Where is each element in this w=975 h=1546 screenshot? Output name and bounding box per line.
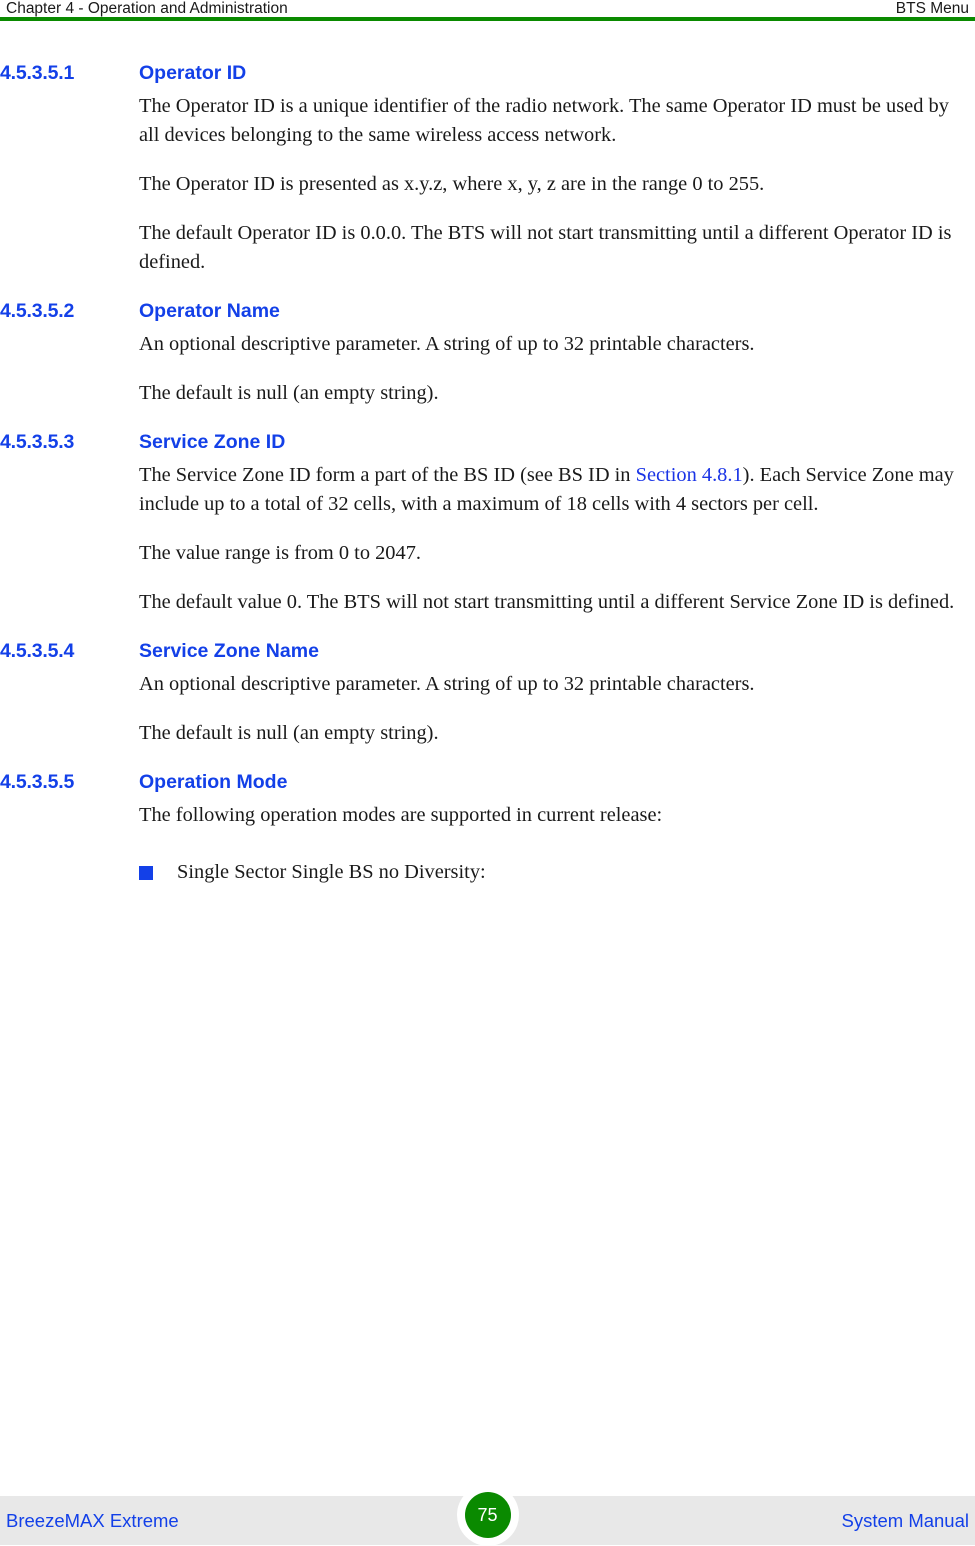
paragraph-with-crossref: The Service Zone ID form a part of the B…	[0, 461, 975, 519]
section-heading: 4.5.3.5.4 Service Zone Name	[0, 638, 975, 664]
paragraph-text: The Operator ID is a unique identifier o…	[139, 95, 949, 146]
paragraph: The default is null (an empty string).	[0, 719, 975, 748]
paragraph-text-before-link: The Service Zone ID form a part of the B…	[139, 464, 636, 486]
footer-document-type: System Manual	[841, 1509, 970, 1531]
document-content: 4.5.3.5.1 Operator ID The Operator ID is…	[0, 60, 975, 887]
header-section-title: BTS Menu	[895, 0, 969, 17]
paragraph: The default Operator ID is 0.0.0. The BT…	[0, 219, 975, 277]
section-operation-mode: 4.5.3.5.5 Operation Mode The following o…	[0, 769, 975, 887]
paragraph: The default is null (an empty string).	[0, 379, 975, 408]
section-heading: 4.5.3.5.5 Operation Mode	[0, 769, 975, 795]
section-number: 4.5.3.5.4	[0, 640, 75, 662]
paragraph-text: The following operation modes are suppor…	[139, 804, 663, 826]
section-number: 4.5.3.5.3	[0, 431, 75, 453]
paragraph-text: An optional descriptive parameter. A str…	[139, 333, 755, 355]
section-title: Operator Name	[139, 300, 280, 322]
page-footer: BreezeMAX Extreme 75 System Manual	[0, 1484, 975, 1546]
paragraph: The default value 0. The BTS will not st…	[0, 588, 975, 617]
paragraph: An optional descriptive parameter. A str…	[0, 670, 975, 699]
paragraph-text: The default is null (an empty string).	[139, 382, 439, 404]
section-operator-id: 4.5.3.5.1 Operator ID The Operator ID is…	[0, 60, 975, 277]
section-number: 4.5.3.5.5	[0, 771, 75, 793]
paragraph-text: The default is null (an empty string).	[139, 722, 439, 744]
paragraph: The value range is from 0 to 2047.	[0, 539, 975, 568]
header-chapter-title: Chapter 4 - Operation and Administration	[6, 0, 288, 17]
paragraph-text: An optional descriptive parameter. A str…	[139, 673, 755, 695]
list-item-label: Single Sector Single BS no Diversity:	[177, 861, 486, 883]
section-operator-name: 4.5.3.5.2 Operator Name An optional desc…	[0, 298, 975, 408]
section-number: 4.5.3.5.2	[0, 300, 75, 322]
paragraph-text: The default Operator ID is 0.0.0. The BT…	[139, 222, 952, 273]
section-heading: 4.5.3.5.2 Operator Name	[0, 298, 975, 324]
paragraph: The Operator ID is a unique identifier o…	[0, 92, 975, 150]
section-title: Operation Mode	[139, 771, 288, 793]
section-title: Service Zone Name	[139, 640, 319, 662]
operation-modes-list: Single Sector Single BS no Diversity:	[0, 858, 975, 887]
section-heading: 4.5.3.5.1 Operator ID	[0, 60, 975, 86]
paragraph-text: The default value 0. The BTS will not st…	[139, 591, 955, 613]
section-title: Service Zone ID	[139, 431, 286, 453]
page-number-badge: 75	[456, 1484, 519, 1546]
paragraph-text: The value range is from 0 to 2047.	[139, 542, 421, 564]
page-number: 75	[464, 1492, 511, 1538]
section-number: 4.5.3.5.1	[0, 62, 75, 84]
section-service-zone-name: 4.5.3.5.4 Service Zone Name An optional …	[0, 638, 975, 748]
list-item: Single Sector Single BS no Diversity:	[139, 858, 975, 887]
paragraph: The following operation modes are suppor…	[0, 801, 975, 830]
square-bullet-icon	[139, 866, 153, 880]
section-service-zone-id: 4.5.3.5.3 Service Zone ID The Service Zo…	[0, 429, 975, 617]
section-title: Operator ID	[139, 62, 247, 84]
section-heading: 4.5.3.5.3 Service Zone ID	[0, 429, 975, 455]
footer-product-name: BreezeMAX Extreme	[6, 1509, 179, 1531]
crossref-link-section-4-8-1[interactable]: Section 4.8.1	[636, 464, 743, 486]
paragraph: The Operator ID is presented as x.y.z, w…	[0, 170, 975, 199]
paragraph: An optional descriptive parameter. A str…	[0, 330, 975, 359]
paragraph-text: The Operator ID is presented as x.y.z, w…	[139, 173, 765, 195]
page-header: Chapter 4 - Operation and Administration…	[0, 0, 975, 21]
